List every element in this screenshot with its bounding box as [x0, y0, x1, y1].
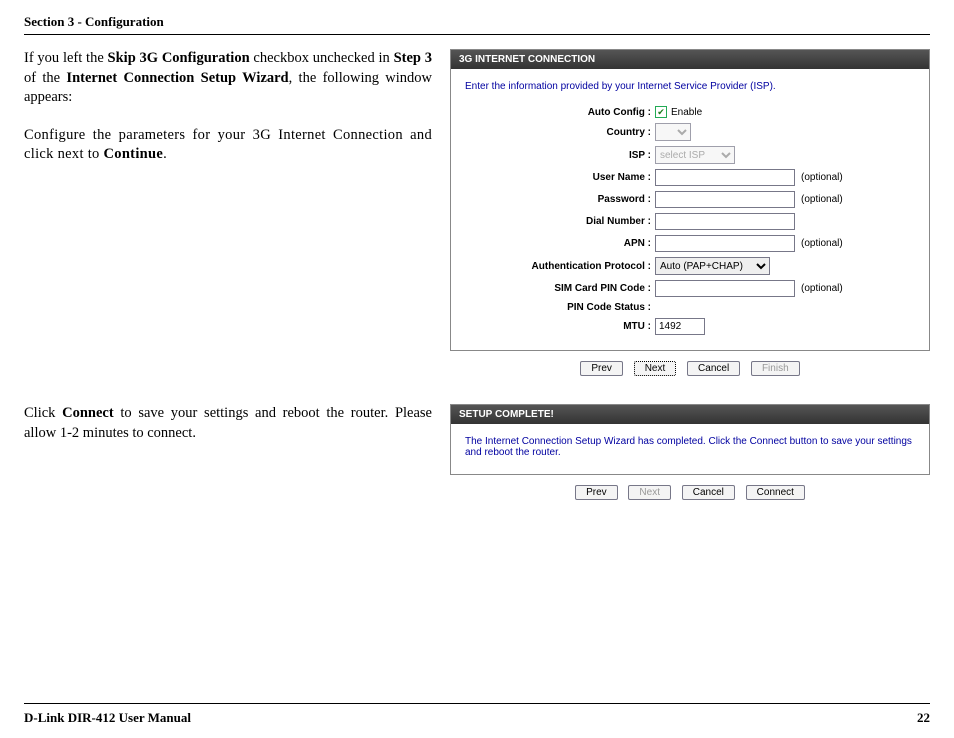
label-auth: Authentication Protocol :: [465, 261, 655, 272]
button-row-1: Prev Next Cancel Finish: [450, 361, 930, 376]
input-dial-number[interactable]: [655, 213, 795, 230]
label-isp: ISP :: [465, 150, 655, 161]
optional-text: (optional): [801, 172, 843, 183]
input-mtu[interactable]: [655, 318, 705, 335]
panel-intro: Enter the information provided by your I…: [465, 81, 915, 92]
instruction-column-2: Click Connect to save your settings and …: [24, 404, 432, 500]
connect-button[interactable]: Connect: [746, 485, 805, 500]
label-country: Country :: [465, 127, 655, 138]
label-auto-config: Auto Config :: [465, 107, 655, 118]
panel2-body: The Internet Connection Setup Wizard has…: [465, 436, 915, 458]
page-footer: D-Link DIR-412 User Manual 22: [24, 703, 930, 726]
label-password: Password :: [465, 194, 655, 205]
label-pin: SIM Card PIN Code :: [465, 283, 655, 294]
next-button[interactable]: Next: [634, 361, 677, 376]
paragraph-2: Configure the parameters for your 3G Int…: [24, 126, 432, 165]
select-country[interactable]: [655, 123, 691, 141]
label-username: User Name :: [465, 172, 655, 183]
panel2-title: SETUP COMPLETE!: [451, 405, 929, 424]
optional-text: (optional): [801, 238, 843, 249]
label-pin-status: PIN Code Status :: [465, 302, 655, 313]
prev-button-2[interactable]: Prev: [575, 485, 618, 500]
panel-3g-connection: 3G INTERNET CONNECTION Enter the informa…: [450, 49, 930, 351]
panel-title: 3G INTERNET CONNECTION: [451, 50, 929, 69]
panel-setup-complete: SETUP COMPLETE! The Internet Connection …: [450, 404, 930, 475]
input-apn[interactable]: [655, 235, 795, 252]
select-isp[interactable]: select ISP: [655, 146, 735, 164]
label-mtu: MTU :: [465, 321, 655, 332]
instruction-column: If you left the Skip 3G Configuration ch…: [24, 49, 432, 376]
checkbox-enable[interactable]: ✔: [655, 106, 667, 118]
label-dial: Dial Number :: [465, 216, 655, 227]
footer-left: D-Link DIR-412 User Manual: [24, 710, 191, 726]
input-username[interactable]: [655, 169, 795, 186]
next-button-2: Next: [628, 485, 671, 500]
section-header: Section 3 - Configuration: [24, 14, 930, 35]
cancel-button[interactable]: Cancel: [687, 361, 740, 376]
cancel-button-2[interactable]: Cancel: [682, 485, 735, 500]
optional-text: (optional): [801, 194, 843, 205]
optional-text: (optional): [801, 283, 843, 294]
enable-text: Enable: [671, 107, 702, 118]
input-password[interactable]: [655, 191, 795, 208]
label-apn: APN :: [465, 238, 655, 249]
select-auth-protocol[interactable]: Auto (PAP+CHAP): [655, 257, 770, 275]
input-pin[interactable]: [655, 280, 795, 297]
button-row-2: Prev Next Cancel Connect: [450, 485, 930, 500]
paragraph-1: If you left the Skip 3G Configuration ch…: [24, 49, 432, 108]
prev-button[interactable]: Prev: [580, 361, 623, 376]
paragraph-3: Click Connect to save your settings and …: [24, 404, 432, 443]
page-number: 22: [917, 710, 930, 726]
finish-button: Finish: [751, 361, 800, 376]
